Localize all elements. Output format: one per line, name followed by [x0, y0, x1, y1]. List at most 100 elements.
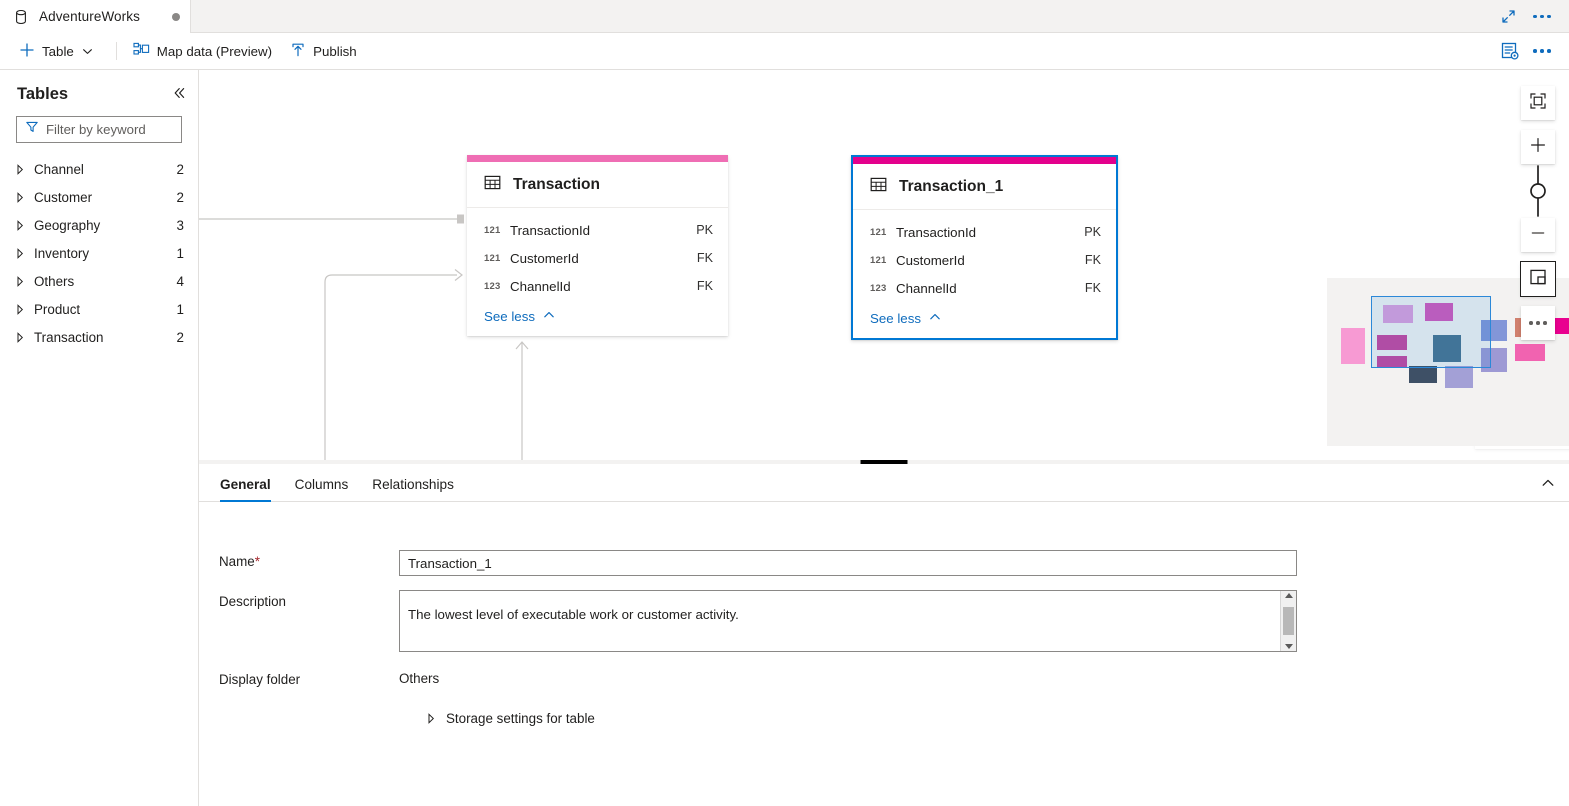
chevron-right-icon[interactable]: [12, 331, 28, 343]
chevron-up-icon: [535, 309, 555, 324]
command-bar-right: [1495, 37, 1569, 65]
description-label: Description: [219, 594, 286, 609]
command-separator: [115, 42, 117, 60]
zoom-out-button[interactable]: [1521, 218, 1555, 252]
column-type-icon: 121: [870, 226, 887, 238]
tab-label: Relationships: [372, 477, 454, 492]
canvas-overflow-button[interactable]: [1521, 306, 1555, 340]
collapse-panel-button[interactable]: [1541, 476, 1555, 495]
column-row[interactable]: 123 ChannelId FK: [467, 272, 728, 300]
sidebar-item-label: Inventory: [34, 245, 90, 261]
column-name: TransactionId: [510, 222, 591, 238]
ellipsis-icon: [1529, 321, 1547, 325]
chevron-right-icon[interactable]: [12, 219, 28, 231]
map-data-button[interactable]: Map data (Preview): [124, 36, 281, 66]
unsaved-dot-icon: [172, 12, 180, 21]
storage-settings-expander[interactable]: Storage settings for table: [199, 711, 1569, 726]
table-card-title: Transaction: [513, 175, 600, 193]
description-textarea[interactable]: The lowest level of executable work or c…: [400, 591, 1280, 651]
name-label-text: Name: [219, 554, 255, 569]
column-type-icon: 121: [484, 224, 501, 236]
name-input[interactable]: [399, 550, 1297, 576]
zoom-in-button[interactable]: [1521, 130, 1555, 164]
chevron-down-icon: [82, 46, 100, 57]
column-type-icon: 121: [484, 252, 501, 264]
upload-icon: [290, 42, 313, 61]
tab-relationships[interactable]: Relationships: [360, 477, 466, 501]
filter-box[interactable]: [16, 116, 182, 143]
column-row[interactable]: 121 CustomerId FK: [467, 244, 728, 272]
scrollbar-thumb[interactable]: [1283, 607, 1294, 635]
column-row[interactable]: 121 TransactionId PK: [467, 216, 728, 244]
sidebar-item-count: 4: [176, 273, 184, 289]
sidebar-item-count: 2: [176, 329, 184, 345]
chevron-right-icon[interactable]: [12, 303, 28, 315]
command-bar: Table Map data (Preview) Publish: [0, 33, 1569, 70]
sidebar-item-inventory[interactable]: Inventory 1: [0, 239, 198, 267]
chevron-right-icon[interactable]: [12, 275, 28, 287]
table-card-color-bar: [467, 155, 728, 162]
sidebar-item-label: Geography: [34, 217, 101, 233]
tables-pane-title: Tables: [17, 84, 69, 103]
sidebar-item-transaction[interactable]: Transaction 2: [0, 323, 198, 351]
minimap-block: [1555, 318, 1569, 334]
column-row[interactable]: 121 CustomerId FK: [853, 246, 1116, 274]
properties-tabs: General Columns Relationships: [199, 464, 1569, 502]
tab-general[interactable]: General: [208, 477, 283, 502]
command-ellipsis-icon[interactable]: [1527, 37, 1557, 65]
table-card-transaction-1[interactable]: Transaction_1 121 TransactionId PK 121 C…: [851, 155, 1118, 340]
column-row[interactable]: 121 TransactionId PK: [853, 218, 1116, 246]
model-canvas[interactable]: Transaction 121 TransactionId PK 121 Cus…: [199, 70, 1569, 460]
sidebar-item-geography[interactable]: Geography 3: [0, 211, 198, 239]
column-name: CustomerId: [896, 252, 965, 268]
tables-pane-header: Tables: [0, 76, 198, 112]
sidebar-item-others[interactable]: Others 4: [0, 267, 198, 295]
tab-columns[interactable]: Columns: [283, 477, 361, 501]
column-type-icon: 123: [870, 282, 887, 294]
sidebar-item-count: 2: [176, 189, 184, 205]
tab-adventureworks[interactable]: AdventureWorks: [0, 0, 191, 33]
sidebar-item-customer[interactable]: Customer 2: [0, 183, 198, 211]
see-less-label: See less: [484, 308, 535, 324]
column-name: ChannelId: [896, 280, 957, 296]
database-icon: [13, 9, 29, 25]
minimap-toggle-button[interactable]: [1520, 261, 1556, 297]
sidebar-item-product[interactable]: Product 1: [0, 295, 198, 323]
window-actions: [1493, 0, 1569, 33]
sidebar-item-count: 1: [176, 301, 184, 317]
column-key-badge: FK: [696, 279, 713, 293]
chevron-double-left-icon[interactable]: [172, 86, 186, 103]
sidebar-item-label: Others: [34, 273, 75, 289]
filter-icon: [25, 120, 46, 139]
publish-label: Publish: [313, 43, 357, 59]
scroll-down-icon[interactable]: [1284, 644, 1293, 649]
tab-label: General: [220, 477, 271, 492]
new-table-button[interactable]: Table: [10, 36, 109, 66]
see-less-label: See less: [870, 310, 921, 326]
chevron-right-icon[interactable]: [12, 163, 28, 175]
table-icon: [870, 176, 899, 198]
fit-to-screen-button[interactable]: [1521, 86, 1555, 120]
filter-input[interactable]: [46, 122, 173, 137]
window-ellipsis-icon[interactable]: [1527, 3, 1557, 31]
required-marker: *: [254, 554, 260, 569]
description-scrollbar[interactable]: [1280, 591, 1296, 651]
table-card-header: Transaction_1: [853, 164, 1116, 210]
model-settings-icon[interactable]: [1495, 37, 1525, 65]
sidebar-item-count: 2: [176, 161, 184, 177]
name-field-row: Name*: [199, 550, 1569, 576]
storage-settings-label: Storage settings for table: [446, 711, 595, 726]
scroll-up-icon[interactable]: [1284, 593, 1293, 598]
see-less-button[interactable]: See less: [853, 302, 1116, 334]
column-type-icon: 121: [870, 254, 887, 266]
zoom-slider[interactable]: [1521, 164, 1555, 218]
sidebar-item-channel[interactable]: Channel 2: [0, 155, 198, 183]
column-row[interactable]: 123 ChannelId FK: [853, 274, 1116, 302]
expand-diagonal-icon[interactable]: [1493, 3, 1523, 31]
chevron-right-icon[interactable]: [12, 191, 28, 203]
table-card-transaction[interactable]: Transaction 121 TransactionId PK 121 Cus…: [467, 155, 728, 336]
see-less-button[interactable]: See less: [467, 300, 728, 332]
minimap-viewport[interactable]: [1371, 296, 1491, 368]
publish-button[interactable]: Publish: [281, 36, 366, 66]
chevron-right-icon[interactable]: [12, 247, 28, 259]
